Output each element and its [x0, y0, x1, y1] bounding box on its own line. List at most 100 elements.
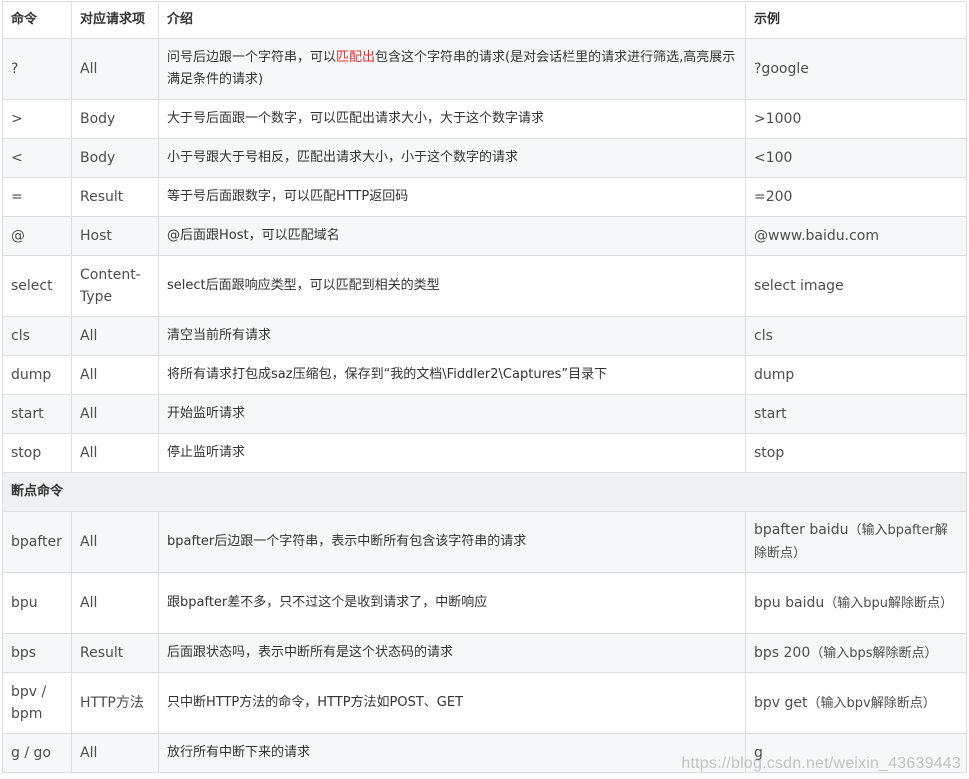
cell-request-item: Body: [71, 99, 159, 139]
example-note: （输入bpv解除断点）: [807, 695, 936, 711]
table-row: bps Result 后面跟状态吗，表示中断所有是这个状态码的请求 bps 200（输…: [2, 633, 967, 673]
section-row-breakpoints: 断点命令: [2, 472, 967, 512]
table-row: @ Host @后面跟Host，可以匹配域名 @www.baidu.com: [2, 216, 967, 256]
cell-request-item: All: [71, 733, 159, 773]
example-text: dump: [754, 367, 795, 383]
table-body: ? All 问号后边跟一个字符串，可以匹配出包含这个字符串的请求(是对会话栏里的请求…: [2, 38, 967, 773]
cell-command: <: [2, 138, 72, 178]
cell-command: @: [2, 216, 72, 256]
description-highlight: 匹配出: [336, 50, 376, 65]
description-text: 大于号后面跟一个数字，可以匹配出请求大小，大于这个数字请求: [167, 111, 545, 126]
cell-description: @后面跟Host，可以匹配域名: [158, 216, 746, 256]
cell-example: bps 200（输入bps解除断点）: [745, 633, 967, 673]
example-text: ?google: [754, 61, 809, 77]
header-description: 介绍: [158, 1, 746, 39]
example-text: start: [754, 406, 787, 422]
cell-request-item: Result: [71, 177, 159, 217]
cell-description: 问号后边跟一个字符串，可以匹配出包含这个字符串的请求(是对会话栏里的请求进行筛选…: [158, 38, 746, 100]
cell-example: select image: [745, 255, 967, 317]
cell-request-item: All: [71, 394, 159, 434]
cell-description: 跟bpafter差不多，只不过这个是收到请求了，中断响应: [158, 572, 746, 634]
cell-description: 等于号后面跟数字，可以匹配HTTP返回码: [158, 177, 746, 217]
description-text: 放行所有中断下来的请求: [167, 745, 311, 760]
cell-description: 清空当前所有请求: [158, 316, 746, 356]
example-text: bpu baidu: [754, 594, 825, 611]
description-text: 清空当前所有请求: [167, 328, 272, 343]
header-request-item: 对应请求项: [71, 1, 159, 39]
cell-example: >1000: [745, 99, 967, 139]
example-text: select image: [754, 278, 844, 294]
header-command: 命令: [2, 1, 72, 39]
cell-command: cls: [2, 316, 72, 356]
table-row: start All 开始监听请求 start: [2, 394, 967, 434]
cell-command: >: [2, 99, 72, 139]
description-text: 小于号跟大于号相反，匹配出请求大小，小于这个数字的请求: [167, 150, 519, 165]
cell-description: 小于号跟大于号相反，匹配出请求大小，小于这个数字的请求: [158, 138, 746, 178]
cell-command: bpu: [2, 572, 72, 634]
example-text: <100: [754, 150, 793, 166]
example-text: stop: [754, 445, 785, 461]
description-text: 跟bpafter差不多，只不过这个是收到请求了，中断响应: [167, 595, 488, 610]
description-text: 后面跟状态吗，表示中断所有是这个状态码的请求: [167, 645, 454, 660]
example-text: cls: [754, 328, 773, 344]
example-note: （输入bps解除断点）: [810, 645, 938, 661]
cell-example: start: [745, 394, 967, 434]
example-text: bps 200: [754, 644, 811, 661]
cell-example: dump: [745, 355, 967, 395]
table-row: g / go All 放行所有中断下来的请求 g: [2, 733, 967, 773]
cell-example: bpv get（输入bpv解除断点）: [745, 672, 967, 734]
table-row: < Body 小于号跟大于号相反，匹配出请求大小，小于这个数字的请求 <100: [2, 138, 967, 178]
cell-command: ?: [2, 38, 72, 100]
cell-request-item: Host: [71, 216, 159, 256]
table-row: bpu All 跟bpafter差不多，只不过这个是收到请求了，中断响应 bpu ba…: [2, 572, 967, 634]
cell-command: bps: [2, 633, 72, 673]
description-text: 问号后边跟一个字符串，可以: [167, 50, 337, 65]
table-row: bpafter All bpafter后边跟一个字符串，表示中断所有包含该字符串的请…: [2, 511, 967, 573]
cell-command: select: [2, 255, 72, 317]
example-text: g: [754, 745, 763, 761]
description-text: 等于号后面跟数字，可以匹配HTTP返回码: [167, 189, 409, 204]
cell-request-item: All: [71, 572, 159, 634]
table-row: dump All 将所有请求打包成saz压缩包，保存到“我的文档\Fiddler2\…: [2, 355, 967, 395]
cell-description: 开始监听请求: [158, 394, 746, 434]
cell-command: bpv / bpm: [2, 672, 72, 734]
cell-request-item: All: [71, 38, 159, 100]
table-row: bpv / bpm HTTP方法 只中断HTTP方法的命令，HTTP方法如POST、…: [2, 672, 967, 734]
cell-example: =200: [745, 177, 967, 217]
cell-command: =: [2, 177, 72, 217]
description-text: @后面跟Host，可以匹配域名: [167, 228, 340, 243]
description-text: 开始监听请求: [167, 406, 246, 421]
command-table: 命令 对应请求项 介绍 示例 ? All 问号后边跟一个字符串，可以匹配出包含这个字…: [2, 1, 967, 773]
example-text: >1000: [754, 111, 802, 127]
cell-request-item: Body: [71, 138, 159, 178]
description-text: select后面跟响应类型，可以匹配到相关的类型: [167, 278, 440, 293]
table-row: = Result 等于号后面跟数字，可以匹配HTTP返回码 =200: [2, 177, 967, 217]
cell-description: select后面跟响应类型，可以匹配到相关的类型: [158, 255, 746, 317]
table-row: stop All 停止监听请求 stop: [2, 433, 967, 473]
table-row: > Body 大于号后面跟一个数字，可以匹配出请求大小，大于这个数字请求 >1000: [2, 99, 967, 139]
example-text: @www.baidu.com: [754, 228, 879, 244]
description-text: 将所有请求打包成saz压缩包，保存到“我的文档\Fiddler2\Capture…: [167, 367, 608, 382]
cell-command: start: [2, 394, 72, 434]
cell-description: 将所有请求打包成saz压缩包，保存到“我的文档\Fiddler2\Capture…: [158, 355, 746, 395]
cell-request-item: Result: [71, 633, 159, 673]
cell-request-item: All: [71, 316, 159, 356]
cell-description: 放行所有中断下来的请求: [158, 733, 746, 773]
table-row: select Content-Type select后面跟响应类型，可以匹配到相关的…: [2, 255, 967, 317]
example-text: =200: [754, 189, 793, 205]
cell-request-item: HTTP方法: [71, 672, 159, 734]
cell-example: stop: [745, 433, 967, 473]
cell-command: g / go: [2, 733, 72, 773]
example-text: bpv get: [754, 694, 808, 711]
example-note: （输入bpu解除断点）: [824, 595, 953, 611]
cell-description: 只中断HTTP方法的命令，HTTP方法如POST、GET: [158, 672, 746, 734]
cell-description: 后面跟状态吗，表示中断所有是这个状态码的请求: [158, 633, 746, 673]
description-text: 停止监听请求: [167, 445, 246, 460]
table-row: ? All 问号后边跟一个字符串，可以匹配出包含这个字符串的请求(是对会话栏里的请求…: [2, 38, 967, 100]
cell-example: @www.baidu.com: [745, 216, 967, 256]
cell-request-item: All: [71, 433, 159, 473]
cell-command: bpafter: [2, 511, 72, 573]
cell-request-item: All: [71, 355, 159, 395]
cell-example: cls: [745, 316, 967, 356]
cell-command: dump: [2, 355, 72, 395]
